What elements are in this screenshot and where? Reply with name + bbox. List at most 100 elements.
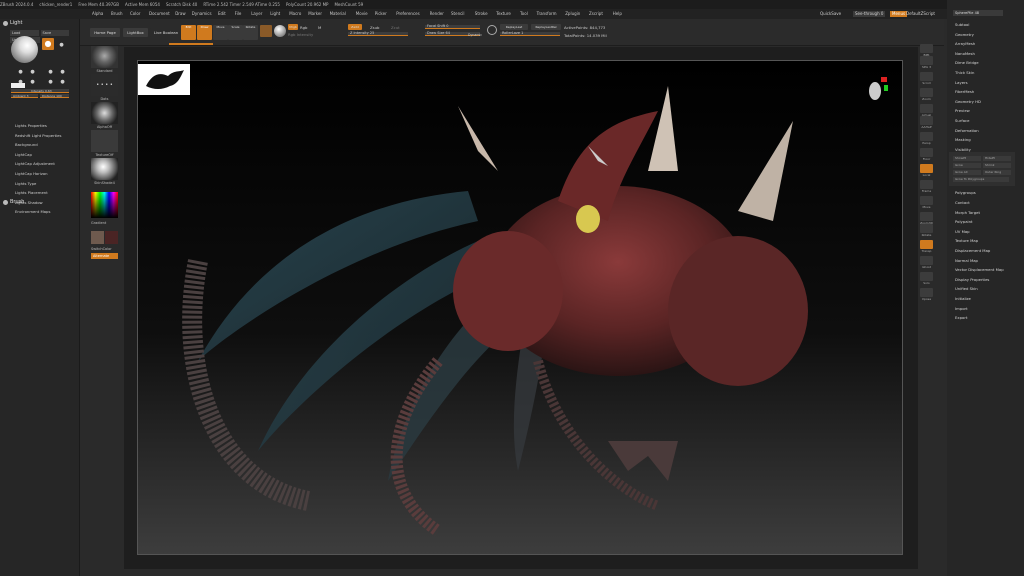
light-bulb-icon[interactable]: ● xyxy=(30,69,35,75)
light-menu-background[interactable]: Background xyxy=(15,142,38,147)
material-swatch[interactable] xyxy=(260,25,272,37)
tool-menu-layers[interactable]: Layers xyxy=(955,80,968,85)
visibility-grow-button[interactable]: Grow xyxy=(953,163,981,168)
aahalf-button[interactable] xyxy=(920,116,933,125)
menu-transform[interactable]: Transform xyxy=(537,9,557,19)
zadd-button[interactable]: Zadd xyxy=(348,24,362,30)
tool-menu-subtool[interactable]: Subtool xyxy=(955,22,969,27)
light-menu-lightcap-adjustment[interactable]: LightCap Adjustment xyxy=(15,161,55,166)
light-bulb-icon[interactable]: ● xyxy=(59,42,64,48)
visibility-shrink-button[interactable]: Shrink xyxy=(983,163,1011,168)
save-button[interactable]: Save xyxy=(40,30,69,36)
light-sphere-preview[interactable] xyxy=(11,36,38,63)
scroll-button[interactable] xyxy=(920,72,933,81)
tool-menu-uv-map[interactable]: UV Map xyxy=(955,229,970,234)
distance-slider[interactable]: Distance 100 xyxy=(40,94,69,98)
persp-button[interactable] xyxy=(920,132,933,141)
tool-menu-dime-bridge[interactable]: Dime Bridge xyxy=(955,60,979,65)
visibility-outer-ring-button[interactable]: Outer Ring xyxy=(983,170,1011,175)
menu-zscript[interactable]: Zscript xyxy=(589,9,603,19)
see-through-slider[interactable]: See-through 0 xyxy=(853,11,886,17)
menu-edit[interactable]: Edit xyxy=(218,9,226,19)
stroke-icon[interactable] xyxy=(487,25,497,35)
rotate-button[interactable] xyxy=(920,224,933,233)
solo-button[interactable] xyxy=(920,272,933,281)
active-subtool-label[interactable]: SpherePile 48 xyxy=(953,10,1003,16)
texture-off-thumb[interactable]: TextureOff xyxy=(91,130,118,157)
light-menu-lightcap[interactable]: LightCap xyxy=(15,152,32,157)
rollerlaze-slider[interactable]: RollerLaze 1 xyxy=(500,31,560,36)
light-bulb-icon[interactable]: ● xyxy=(30,79,35,85)
menu-picker[interactable]: Picker xyxy=(375,9,387,19)
tool-menu-preview[interactable]: Preview xyxy=(955,108,970,113)
brush-palette-header[interactable]: Brush xyxy=(0,198,80,207)
local-button[interactable] xyxy=(920,164,933,173)
home-page-button[interactable]: Home Page xyxy=(90,28,120,37)
tool-menu-initialize[interactable]: Initialize xyxy=(955,296,971,301)
floor-button[interactable] xyxy=(920,148,933,157)
dynamic-button[interactable]: Dynamic xyxy=(468,33,482,37)
xpose-button[interactable] xyxy=(920,288,933,297)
zoom3d-button[interactable] xyxy=(920,212,933,221)
menu-light[interactable]: Light xyxy=(270,9,280,19)
tool-menu-geometry-hd[interactable]: Geometry HD xyxy=(955,99,981,104)
menu-document[interactable]: Document xyxy=(149,9,170,19)
draw-button[interactable]: Draw xyxy=(197,25,212,40)
rgb-button[interactable]: Rgb xyxy=(300,25,307,30)
light-menu-lights-type[interactable]: Lights Type xyxy=(15,181,36,186)
zoom-button[interactable] xyxy=(920,88,933,97)
move-button[interactable] xyxy=(920,196,933,205)
edit-button[interactable]: Edit xyxy=(181,25,196,40)
menus-button[interactable]: Menus xyxy=(890,11,908,17)
light-bulb-icon[interactable]: ● xyxy=(18,69,23,75)
quicksave-button[interactable]: QuickSave xyxy=(820,9,841,19)
stroke-dots-thumb[interactable]: • • • • Dots xyxy=(91,74,118,101)
menu-alpha[interactable]: Alpha xyxy=(92,9,103,19)
tool-menu-polypaint[interactable]: Polypaint xyxy=(955,219,972,224)
tool-menu-displacement-map[interactable]: Displacement Map xyxy=(955,248,990,253)
replay-last-button[interactable]: ReplayLast xyxy=(500,24,528,30)
rgb-intensity-slider[interactable]: Rgb Intensity xyxy=(288,32,313,37)
visibility-hidept-button[interactable]: HidePt xyxy=(983,156,1011,161)
light-color-swatch[interactable] xyxy=(11,83,25,88)
scale-button[interactable]: Scale xyxy=(228,25,243,40)
menu-macro[interactable]: Macro xyxy=(289,9,301,19)
menu-zplugin[interactable]: Zplugin xyxy=(565,9,580,19)
rotate-button[interactable]: Rotate xyxy=(243,25,258,40)
spix-3-button[interactable] xyxy=(920,56,933,65)
light-bulb-icon[interactable]: ● xyxy=(42,38,54,50)
alpha-off-thumb[interactable]: AlphaOff xyxy=(91,102,118,129)
light-menu-lights-properties[interactable]: Lights Properties xyxy=(15,123,47,128)
color-picker[interactable] xyxy=(91,192,118,218)
focal-shift-slider[interactable]: Focal Shift 0 xyxy=(425,24,480,29)
menu-help[interactable]: Help xyxy=(613,9,622,19)
menu-file[interactable]: File xyxy=(235,9,242,19)
tool-menu-normal-map[interactable]: Normal Map xyxy=(955,258,978,263)
m-button[interactable]: M xyxy=(318,25,321,30)
menu-movie[interactable]: Movie xyxy=(356,9,368,19)
move-button[interactable]: Move xyxy=(213,25,228,40)
tool-menu-deformation[interactable]: Deformation xyxy=(955,128,979,133)
menu-marker[interactable]: Marker xyxy=(308,9,322,19)
light-palette-header[interactable]: Light xyxy=(0,19,79,28)
tool-menu-unified-skin[interactable]: Unified Skin xyxy=(955,286,978,291)
visibility-grow-to-polygroups-button[interactable]: Grow To Polygroups xyxy=(953,177,1009,182)
default-zscript-button[interactable]: DefaultZScript xyxy=(906,9,935,19)
light-menu-redshift-light-properties[interactable]: Redshift Light Properties xyxy=(15,133,62,138)
document-canvas[interactable] xyxy=(137,60,903,555)
light-menu-lights-placement[interactable]: Lights Placement xyxy=(15,190,48,195)
menu-texture[interactable]: Texture xyxy=(496,9,511,19)
menu-stencil[interactable]: Stencil xyxy=(451,9,465,19)
light-bulb-icon[interactable]: ● xyxy=(60,79,65,85)
zsub-button[interactable]: Zsub xyxy=(370,25,379,30)
menu-draw[interactable]: Draw xyxy=(175,9,185,19)
live-boolean-button[interactable]: Live Boolean xyxy=(150,28,182,37)
menu-tool[interactable]: Tool xyxy=(520,9,528,19)
ghost-button[interactable] xyxy=(920,256,933,265)
tool-menu-export[interactable]: Export xyxy=(955,315,967,320)
tool-menu-thick-skin[interactable]: Thick Skin xyxy=(955,70,974,75)
switch-color-button[interactable]: SwitchColor xyxy=(91,247,118,251)
bpr-button[interactable] xyxy=(920,44,933,53)
light-menu-lightcap-horizon[interactable]: LightCap Horizon xyxy=(15,171,48,176)
ambient-slider[interactable]: Ambient 3 xyxy=(11,94,38,98)
